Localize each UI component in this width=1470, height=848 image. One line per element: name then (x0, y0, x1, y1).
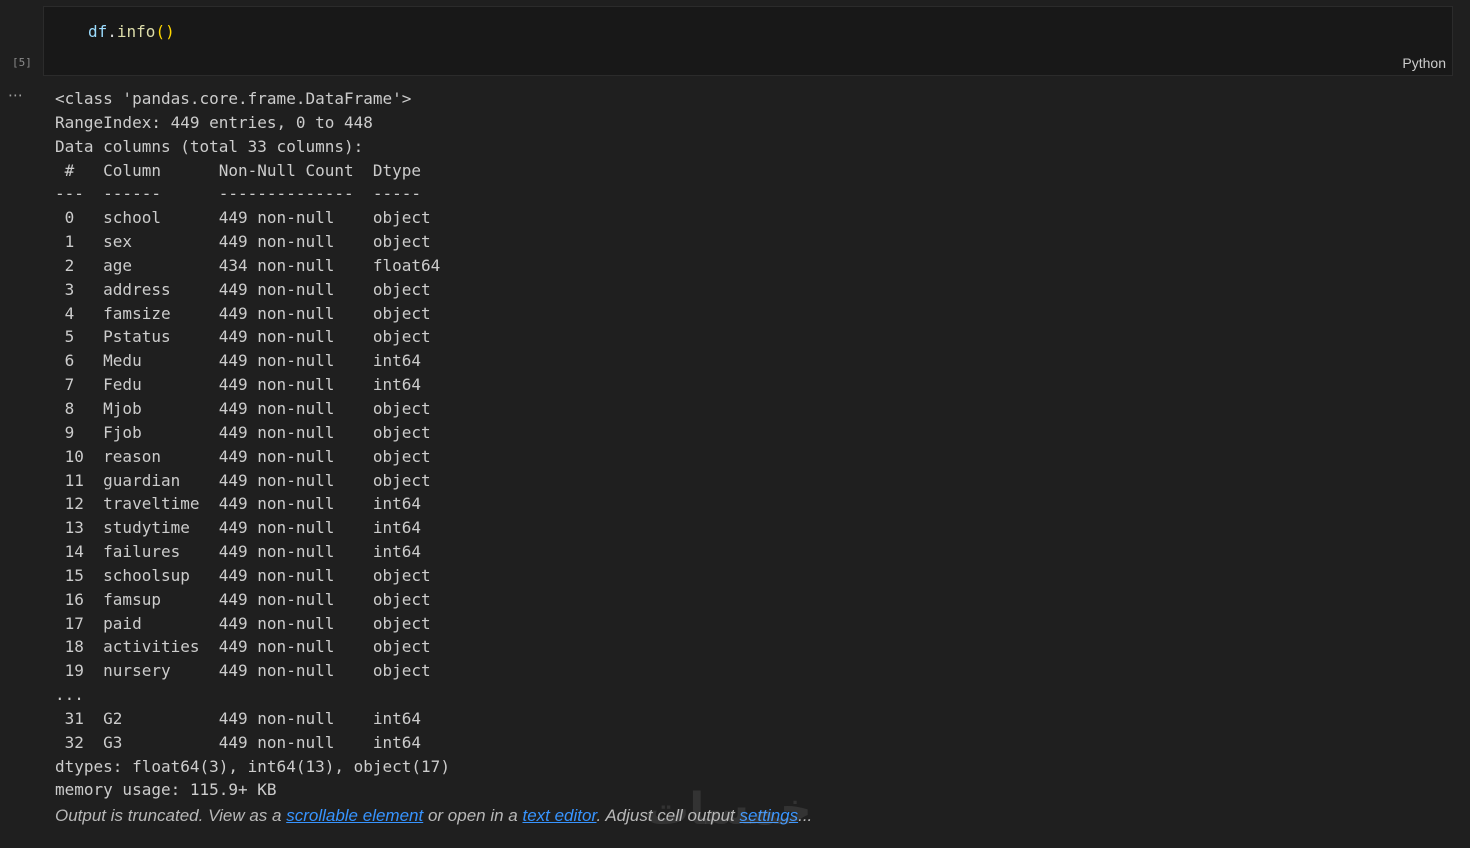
output-line: <class 'pandas.core.frame.DataFrame'> (55, 89, 412, 108)
truncation-prefix: Output is truncated. View as a (55, 806, 287, 825)
code-line[interactable]: df.info() (88, 21, 175, 43)
truncation-middle2: . Adjust cell output (596, 806, 740, 825)
output-line: 15 schoolsup 449 non-null object (55, 565, 441, 585)
output-line: 32 G3 449 non-null int64 (55, 732, 441, 752)
output-line: 0 school 449 non-null object (55, 208, 441, 228)
output-line: dtypes: float64(3), int64(13), object(17… (55, 756, 450, 776)
output-line: 2 age 434 non-null float64 (55, 255, 441, 275)
output-line: 12 traveltime 449 non-null int64 (55, 494, 441, 514)
output-line: 18 activities 449 non-null object (55, 637, 441, 657)
code-method: info (116, 22, 156, 41)
output-line: 31 G2 449 non-null int64 (55, 708, 441, 728)
output-line: 3 address 449 non-null object (55, 279, 441, 299)
output-line: 7 Fedu 449 non-null int64 (55, 375, 441, 395)
code-parens: () (155, 22, 175, 41)
output-line: 8 Mjob 449 non-null object (55, 398, 441, 418)
output-line: Data columns (total 33 columns): (55, 136, 364, 156)
output-line: memory usage: 115.9+ KB (55, 780, 277, 800)
truncation-middle: or open in a (423, 806, 523, 825)
output-line: # Column Non-Null Count Dtype (55, 160, 441, 180)
code-cell-input[interactable]: df.info() Python (43, 6, 1453, 76)
output-line: 10 reason 449 non-null object (55, 446, 441, 466)
language-selector[interactable]: Python (1402, 55, 1446, 71)
output-line: 4 famsize 449 non-null object (55, 303, 441, 323)
output-line: 11 guardian 449 non-null object (55, 470, 441, 490)
output-line: ... (55, 685, 84, 705)
output-line: 13 studytime 449 non-null int64 (55, 518, 441, 538)
execution-count: [5] (12, 56, 32, 69)
cell-output: <class 'pandas.core.frame.DataFrame'> Ran… (55, 87, 1435, 802)
code-dot: . (107, 22, 117, 41)
output-line: 14 failures 449 non-null int64 (55, 542, 441, 562)
code-variable: df (88, 22, 108, 41)
output-line: 1 sex 449 non-null object (55, 232, 441, 252)
output-line: 6 Medu 449 non-null int64 (55, 351, 441, 371)
output-line: 17 paid 449 non-null object (55, 613, 441, 633)
text-editor-link[interactable]: text editor (522, 806, 596, 825)
ellipsis-icon[interactable]: ⋯ (8, 86, 24, 104)
output-line: 16 famsup 449 non-null object (55, 589, 441, 609)
truncation-notice: Output is truncated. View as a scrollabl… (55, 806, 812, 826)
output-line: 9 Fjob 449 non-null object (55, 422, 441, 442)
scrollable-element-link[interactable]: scrollable element (286, 806, 423, 825)
output-line: RangeIndex: 449 entries, 0 to 448 (55, 112, 373, 132)
settings-link[interactable]: settings (740, 806, 799, 825)
truncation-suffix: ... (798, 806, 813, 825)
output-line: --- ------ -------------- ----- (55, 184, 441, 204)
output-line: 5 Pstatus 449 non-null object (55, 327, 441, 347)
output-line: 19 nursery 449 non-null object (55, 661, 441, 681)
